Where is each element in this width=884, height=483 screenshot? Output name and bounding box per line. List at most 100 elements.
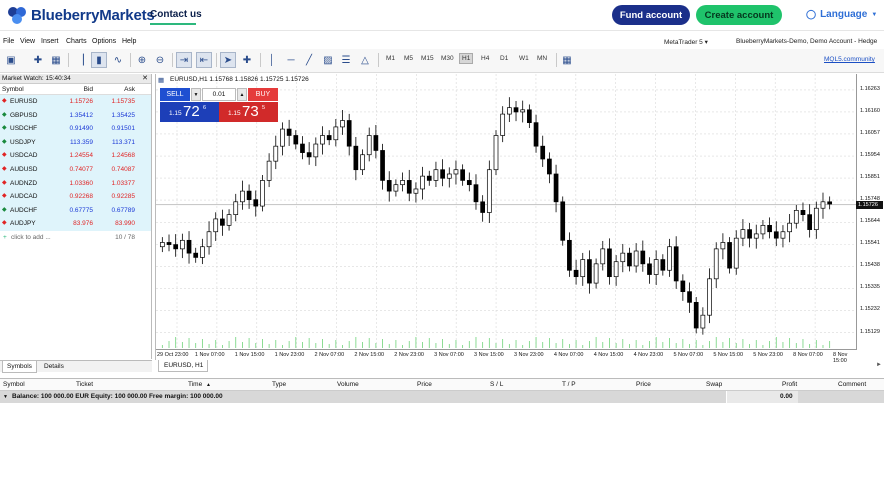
horizontal-line-icon[interactable]: ─ — [283, 52, 299, 68]
text-label-icon[interactable]: ▨ — [320, 52, 336, 68]
trendline-icon[interactable]: ╱ — [301, 52, 317, 68]
col-time[interactable]: Time — [188, 379, 202, 391]
fund-account-button[interactable]: Fund account — [612, 5, 690, 25]
tab-details[interactable]: Details — [40, 361, 68, 373]
candle — [547, 158, 552, 175]
col-symbol[interactable]: Symbol — [3, 379, 25, 391]
chart-tab-eurusd[interactable]: EURUSD, H1 — [158, 360, 208, 372]
market-watch-row[interactable]: ◆ AUDUSD 0.74077 0.74087 — [0, 162, 151, 177]
candle — [200, 246, 205, 258]
market-watch-row[interactable]: ◆ USDJPY 113.359 113.371 — [0, 135, 151, 150]
new-chart-icon[interactable]: ▣ — [3, 52, 19, 68]
col-bid[interactable]: Bid — [84, 84, 93, 95]
candle — [573, 269, 579, 278]
create-account-button[interactable]: Create account — [696, 5, 782, 25]
col-tp[interactable]: T / P — [562, 379, 576, 391]
menu-view[interactable]: View — [20, 38, 35, 45]
shapes-icon[interactable]: △ — [357, 52, 373, 68]
mql5-community-link[interactable]: MQL5.community — [824, 56, 875, 63]
time-tick: 1 Nov 07:00 — [194, 352, 225, 358]
timeframe-h4[interactable]: H4 — [481, 55, 489, 62]
candlestick-chart-icon[interactable]: ▮ — [91, 52, 107, 68]
market-watch-tabs: Symbols Details — [0, 360, 152, 373]
logo[interactable]: BlueberryMarkets — [6, 5, 155, 25]
timeframe-d1[interactable]: D1 — [500, 55, 508, 62]
profiles-icon[interactable]: ✚ — [30, 52, 46, 68]
candle — [406, 180, 412, 194]
chart-shift-icon[interactable]: ⇥ — [176, 52, 192, 68]
sell-button[interactable]: SELL — [160, 88, 190, 101]
collapse-icon[interactable]: ▼ — [3, 391, 8, 403]
col-type[interactable]: Type — [272, 379, 286, 391]
contact-us-link[interactable]: Contact us — [150, 9, 202, 20]
volume-up-icon[interactable]: ▲ — [237, 88, 247, 101]
market-watch-row[interactable]: ◆ AUDCAD 0.92268 0.92285 — [0, 190, 151, 204]
menu-help[interactable]: Help — [122, 38, 136, 45]
cursor-icon[interactable]: ➤ — [220, 52, 236, 68]
market-watch-row[interactable]: ◆ GBPUSD 1.35412 1.35425 — [0, 108, 151, 123]
col-volume[interactable]: Volume — [337, 379, 359, 391]
buy-button[interactable]: BUY — [248, 88, 278, 101]
crosshair-icon[interactable]: ✚ — [239, 52, 255, 68]
price-up-icon: ◆ — [2, 125, 7, 132]
bid-price: 0.91490 — [69, 125, 94, 133]
col-symbol[interactable]: Symbol — [2, 84, 24, 95]
market-watch-icon[interactable]: ▦ — [48, 52, 64, 68]
col-ask[interactable]: Ask — [124, 84, 135, 95]
logo-text: BlueberryMarkets — [31, 6, 155, 24]
close-icon[interactable]: ✕ — [142, 74, 148, 84]
col-swap[interactable]: Swap — [706, 379, 722, 391]
add-symbol-row[interactable]: + click to add ... 10 / 78 — [0, 231, 151, 244]
volume-down-icon[interactable]: ▼ — [191, 88, 201, 101]
timeframe-m1[interactable]: M1 — [386, 55, 395, 62]
tile-windows-icon[interactable]: ▦ — [559, 52, 575, 68]
tab-symbols[interactable]: Symbols — [2, 361, 37, 373]
candle — [553, 173, 559, 203]
candle — [380, 150, 385, 181]
line-chart-icon[interactable]: ∿ — [110, 52, 126, 68]
autoscroll-icon[interactable]: ⇤ — [196, 52, 212, 68]
sell-price-point: 6 — [203, 105, 207, 111]
candle — [633, 250, 639, 267]
market-watch-row[interactable]: ◆ USDCHF 0.91490 0.91501 — [0, 122, 151, 136]
market-watch-row[interactable]: ◆ USDCAD 1.24554 1.24568 — [0, 149, 151, 163]
zoom-out-icon[interactable]: ⊖ — [152, 52, 168, 68]
col-ticket[interactable]: Ticket — [76, 379, 93, 391]
col-sl[interactable]: S / L — [490, 379, 503, 391]
timeframe-h1[interactable]: H1 — [459, 53, 474, 64]
timeframe-m15[interactable]: M15 — [421, 55, 434, 62]
fibonacci-icon[interactable]: ☰ — [338, 52, 354, 68]
tabs-scroll-right-icon[interactable]: ► — [876, 362, 882, 368]
timeframe-m30[interactable]: M30 — [441, 55, 454, 62]
menu-charts[interactable]: Charts — [66, 38, 87, 45]
col-comment[interactable]: Comment — [838, 379, 866, 391]
time-tick: 4 Nov 15:00 — [593, 352, 624, 358]
market-watch-row[interactable]: ◆ AUDNZD 1.03360 1.03377 — [0, 176, 151, 191]
timeframe-w1[interactable]: W1 — [519, 55, 529, 62]
volume-input[interactable]: 0.01 — [202, 88, 236, 101]
timeframe-mn[interactable]: MN — [537, 55, 547, 62]
timeframe-m5[interactable]: M5 — [404, 55, 413, 62]
menu-insert[interactable]: Insert — [41, 38, 59, 45]
chart-window[interactable]: ▦ EURUSD,H1 1.15768 1.15826 1.15725 1.15… — [155, 74, 884, 364]
zoom-in-icon[interactable]: ⊕ — [134, 52, 150, 68]
bar-chart-icon[interactable]: ▕ — [72, 52, 88, 68]
price-axis[interactable]: 1.16263 1.16160 1.16057 1.15954 1.15851 1.157… — [856, 74, 884, 350]
col-price[interactable]: Price — [636, 379, 651, 391]
language-selector[interactable]: ◯ Language ▼ — [806, 9, 877, 20]
col-profit[interactable]: Profit — [782, 379, 797, 391]
candle — [740, 229, 746, 239]
col-price[interactable]: Price — [417, 379, 432, 391]
sell-price-button[interactable]: 1.15 72 6 — [160, 102, 219, 122]
price-tick: 1.15438 — [860, 262, 880, 269]
market-watch-row[interactable]: ◆ EURUSD 1.15726 1.15735 — [0, 95, 151, 109]
menu-file[interactable]: File — [3, 38, 14, 45]
time-tick: 2 Nov 15:00 — [354, 352, 385, 358]
candle — [166, 242, 172, 245]
time-axis[interactable]: 29 Oct 23:00 1 Nov 07:00 1 Nov 15:00 1 Nov … — [156, 349, 856, 364]
buy-price-button[interactable]: 1.15 73 5 — [219, 102, 278, 122]
menu-options[interactable]: Options — [92, 38, 116, 45]
market-watch-row[interactable]: ◆ AUDCHF 0.67775 0.67789 — [0, 203, 151, 218]
vertical-line-icon[interactable]: │ — [264, 52, 280, 68]
market-watch-row[interactable]: ◆ AUDJPY 83.976 83.990 — [0, 217, 151, 231]
